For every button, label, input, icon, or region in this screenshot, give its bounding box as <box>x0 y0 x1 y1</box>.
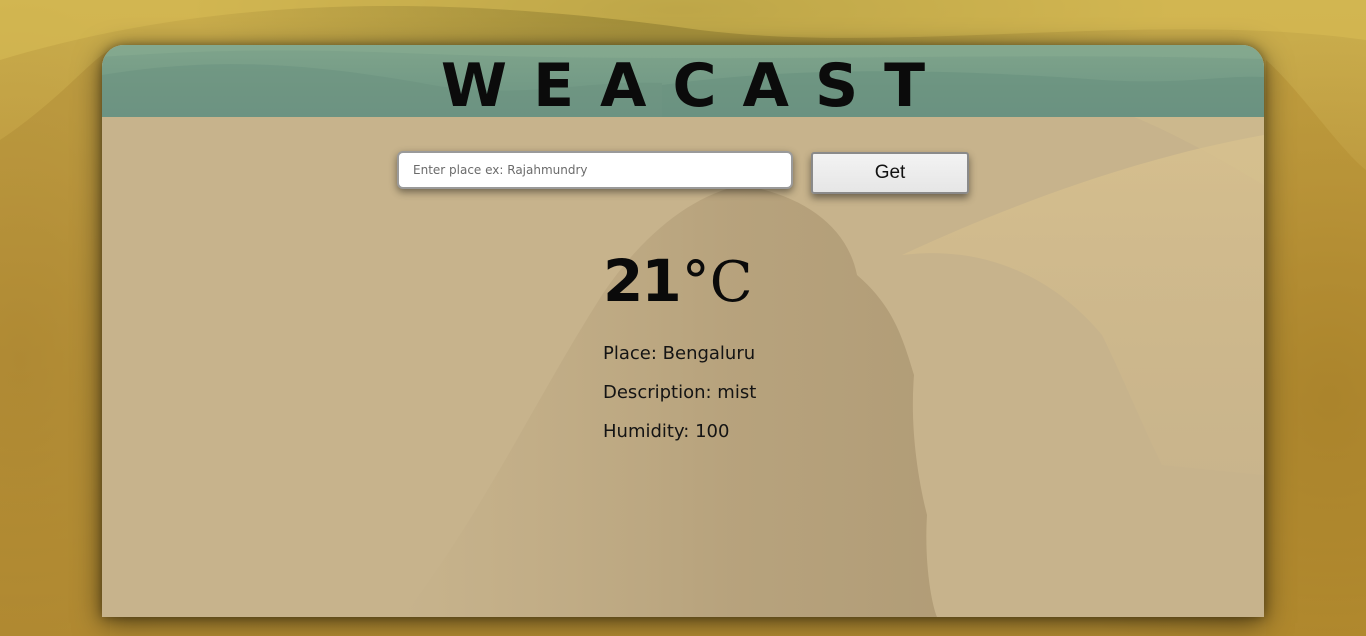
get-weather-button[interactable]: Get <box>811 152 969 194</box>
temperature-value: 21 <box>603 247 682 315</box>
place-search-input[interactable] <box>397 151 793 189</box>
weather-result: 21 °C Place: Bengaluru Description: mist… <box>603 245 1003 444</box>
humidity-text: Humidity: 100 <box>603 421 730 442</box>
weather-card: WEACAST Get 21 °C Place: Bengaluru Descr… <box>102 45 1264 617</box>
app-title: WEACAST <box>440 51 952 121</box>
description-text: Description: mist <box>603 382 757 403</box>
header-bar: WEACAST <box>102 45 1264 121</box>
temperature-display: 21 °C <box>603 245 1003 317</box>
place-text: Place: Bengaluru <box>603 343 756 364</box>
temperature-unit: °C <box>681 250 753 315</box>
